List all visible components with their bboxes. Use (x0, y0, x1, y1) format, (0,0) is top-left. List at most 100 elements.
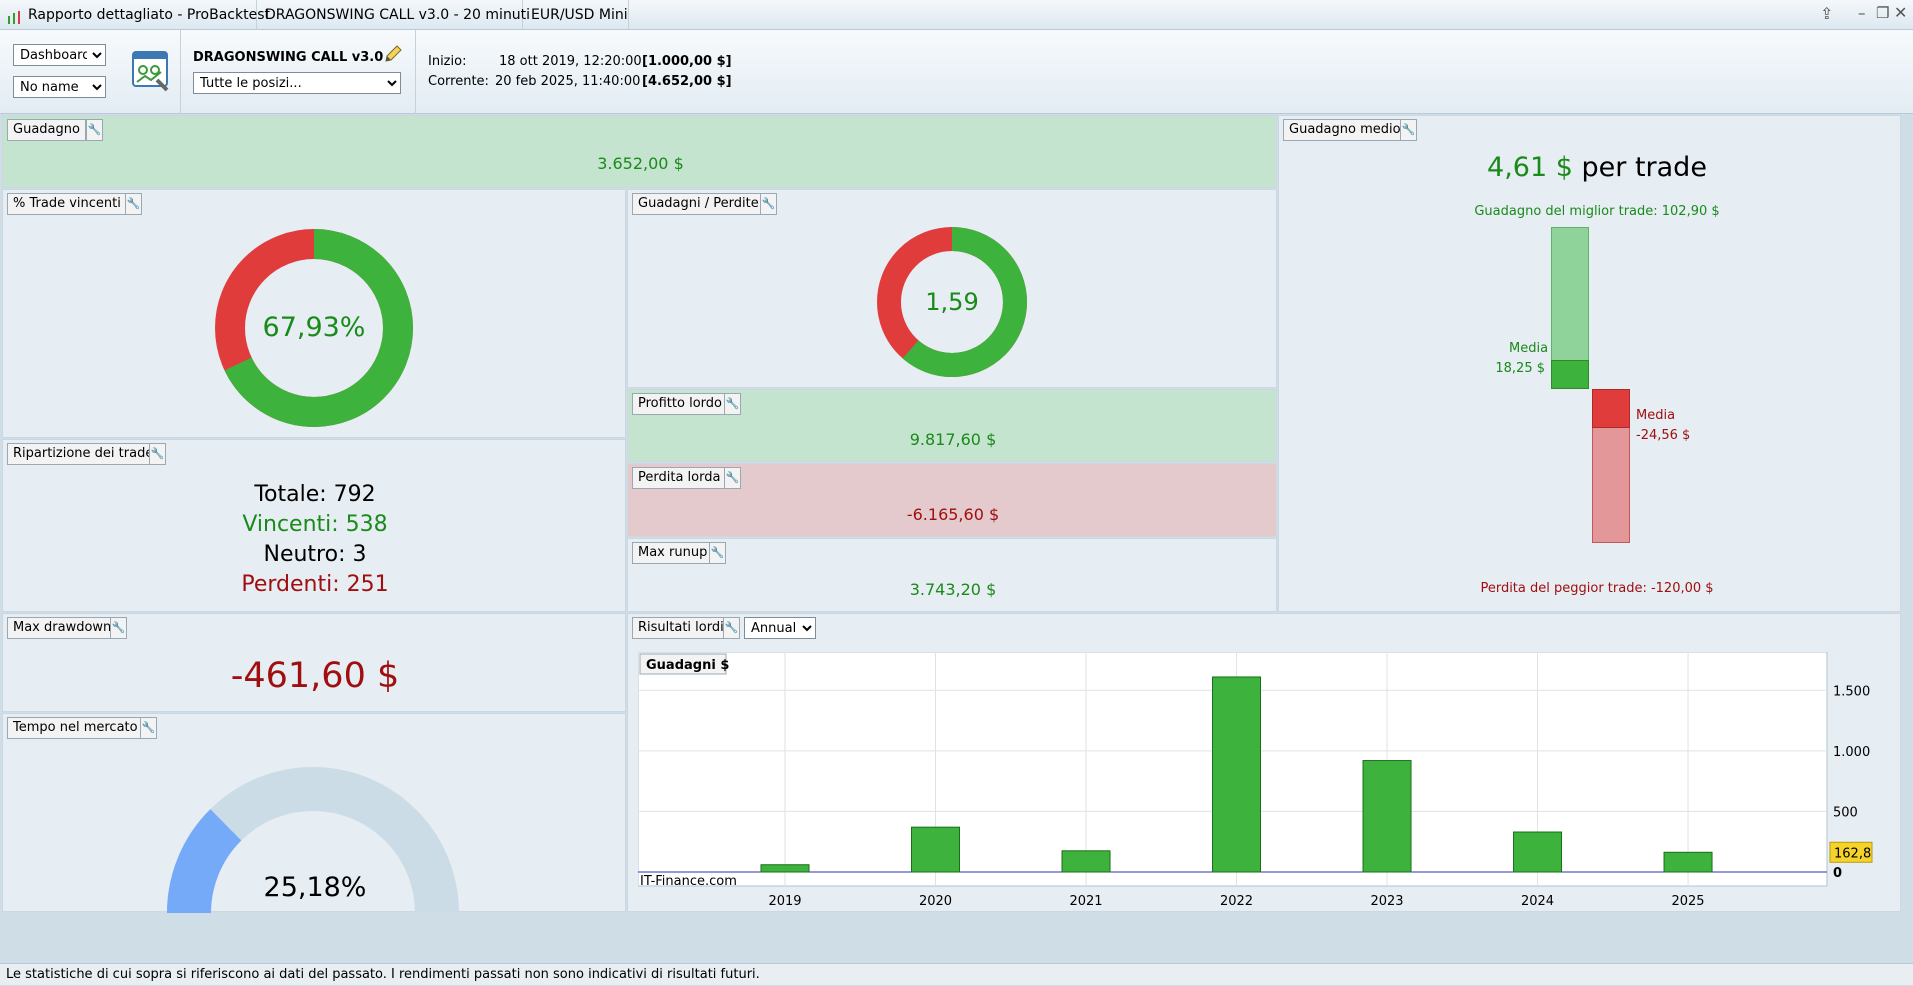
max-drawdown-title: Max drawdown (7, 617, 118, 639)
avg-loss-value: -24,56 $ (1636, 428, 1691, 443)
max-drawdown-panel: Max drawdown 🔧 -461,60 $ (2, 613, 626, 712)
best-trade-label: Guadagno del miglior trade: 102,90 $ (1474, 204, 1720, 219)
gain-loss-title: Guadagni / Perdite (632, 193, 765, 215)
win-rate-panel: % Trade vincenti 🔧 67,93% (2, 189, 626, 438)
avg-loss-bar (1592, 389, 1630, 429)
gross-profit-panel: Profitto lordo 🔧 9.817,60 $ (627, 389, 1277, 462)
current-value-text: 162,8 (1834, 846, 1871, 861)
avg-loss-label: Media (1636, 408, 1676, 423)
gross-results-panel: Risultati lordi 🔧 Annuale 0 500 1.000 1.500… (627, 613, 1901, 912)
strategy-name: DRAGONSWING CALL v3.0 (193, 50, 384, 65)
x-tick-label: 2019 (768, 894, 801, 909)
neutral-trades: Neutro: 3 (263, 542, 367, 567)
legend-label: Guadagni $ (646, 658, 729, 673)
gross-profit-value: 9.817,60 $ (909, 430, 997, 449)
avg-win-label: Media (1509, 341, 1549, 356)
wrench-icon[interactable]: 🔧 (724, 467, 741, 489)
edit-pencil-icon[interactable] (383, 44, 403, 64)
toolbar: Dashboard No name DRAGONSWING CALL v3.0 … (0, 30, 1913, 114)
gain-title: Guadagno (7, 119, 86, 141)
start-label: Inizio: (428, 54, 467, 69)
wrench-icon[interactable]: 🔧 (1400, 119, 1417, 141)
avg-gain-panel: Guadagno medio 🔧 4,61 $ per trade Guadag… (1278, 115, 1901, 612)
restore-icon[interactable]: ❐ (1876, 4, 1889, 22)
time-in-market-panel: Tempo nel mercato 🔧 25,18% (2, 713, 626, 913)
wrench-icon[interactable]: 🔧 (140, 717, 157, 739)
wrench-icon[interactable]: 🔧 (723, 617, 740, 639)
x-tick-label: 2025 (1671, 894, 1704, 909)
x-tick-label: 2024 (1521, 894, 1554, 909)
worst-trade-label: Perdita del peggior trade: -120,00 $ (1480, 581, 1714, 596)
losing-trades: Perdenti: 251 (241, 572, 389, 597)
avg-win-bar (1551, 360, 1589, 389)
start-date: 18 ott 2019, 12:20:00 (499, 54, 642, 69)
current-capital: [4.652,00 $] (642, 74, 732, 89)
title-bar: Rapporto dettagliato - ProBacktest DRAGO… (0, 0, 1913, 30)
share-icon[interactable]: ⇪ (1820, 4, 1833, 23)
wrench-icon[interactable]: 🔧 (86, 119, 103, 141)
wrench-icon[interactable]: 🔧 (110, 617, 127, 639)
time-in-market-value: 25,18% (263, 872, 367, 903)
max-runup-title: Max runup (632, 542, 714, 564)
gross-loss-title: Perdita lorda (632, 467, 727, 489)
app-title-section: Rapporto dettagliato - ProBacktest (0, 0, 270, 30)
wrench-icon[interactable]: 🔧 (709, 542, 726, 564)
avg-gain-per-trade: 4,61 $ per trade (1487, 152, 1707, 183)
name-select[interactable]: No name (13, 76, 106, 98)
close-icon[interactable]: ✕ (1894, 3, 1907, 22)
gross-results-title: Risultati lordi (632, 617, 730, 639)
gain-loss-ratio: 1,59 (925, 288, 979, 316)
max-drawdown-value: -461,60 $ (230, 656, 400, 696)
watermark: IT-Finance.com (640, 874, 737, 889)
win-rate-title: % Trade vincenti (7, 193, 127, 215)
wrench-icon[interactable]: 🔧 (760, 193, 777, 215)
gain-panel: Guadagno 🔧 3.652,00 $ (2, 115, 1277, 188)
bar-2023 (1362, 760, 1412, 873)
win-rate-value: 67,93% (262, 312, 366, 343)
minimize-icon[interactable]: – (1858, 4, 1866, 22)
bar-2022 (1212, 676, 1262, 873)
bar-2025 (1663, 851, 1713, 873)
app-title: Rapporto dettagliato - ProBacktest (28, 7, 270, 23)
report-settings-icon[interactable] (131, 50, 171, 92)
y-tick-label: 1.000 (1833, 745, 1870, 760)
window-controls: ⇪ – ❐ ✕ (1820, 3, 1910, 26)
winning-trades: Vincenti: 538 (242, 512, 388, 537)
max-runup-value: 3.743,20 $ (909, 580, 997, 599)
view-select[interactable]: Dashboard (13, 44, 106, 66)
bar-2021 (1061, 850, 1111, 873)
trade-breakdown-title: Ripartizione dei trade (7, 443, 160, 465)
instrument-title: EUR/USD Mini (523, 0, 629, 30)
gain-loss-panel: Guadagni / Perdite 🔧 1,59 (627, 189, 1277, 388)
strategy-title: DRAGONSWING CALL v3.0 - 20 minuti (257, 0, 530, 30)
period-select[interactable]: Annuale (744, 617, 816, 639)
bar-2019 (760, 864, 810, 873)
max-runup-panel: Max runup 🔧 3.743,20 $ (627, 538, 1277, 612)
gain-value: 3.652,00 $ (597, 154, 684, 173)
bar-2020 (911, 826, 961, 873)
current-date: 20 feb 2025, 11:40:00 (495, 74, 641, 89)
x-tick-label: 2022 (1220, 894, 1253, 909)
y-tick-label: 500 (1833, 805, 1858, 820)
gross-profit-title: Profitto lordo (632, 393, 728, 415)
x-tick-label: 2023 (1370, 894, 1403, 909)
wrench-icon[interactable]: 🔧 (724, 393, 741, 415)
avg-gain-title: Guadagno medio (1283, 119, 1407, 141)
x-tick-label: 2020 (919, 894, 952, 909)
gross-results-chart: 0 500 1.000 1.500 2019 2020 2021 2022 2023 2024 20… (638, 652, 1873, 909)
current-label: Corrente: (428, 74, 489, 89)
avg-win-value: 18,25 $ (1495, 361, 1545, 376)
gross-loss-panel: Perdita lorda 🔧 -6.165,60 $ (627, 463, 1277, 537)
gross-loss-value: -6.165,60 $ (906, 505, 1000, 524)
wrench-icon[interactable]: 🔧 (125, 193, 142, 215)
positions-select[interactable]: Tutte le posizi... (193, 72, 401, 94)
x-tick-label: 2021 (1069, 894, 1102, 909)
trade-breakdown-panel: Ripartizione dei trade 🔧 Totale: 792 Vin… (2, 439, 626, 612)
y-tick-label: 1.500 (1833, 684, 1870, 699)
time-in-market-title: Tempo nel mercato (7, 717, 144, 739)
probacktest-icon (6, 7, 24, 24)
start-capital: [1.000,00 $] (642, 54, 732, 69)
y-tick-label: 0 (1833, 866, 1842, 881)
wrench-icon[interactable]: 🔧 (149, 443, 166, 465)
total-trades: Totale: 792 (254, 482, 376, 507)
